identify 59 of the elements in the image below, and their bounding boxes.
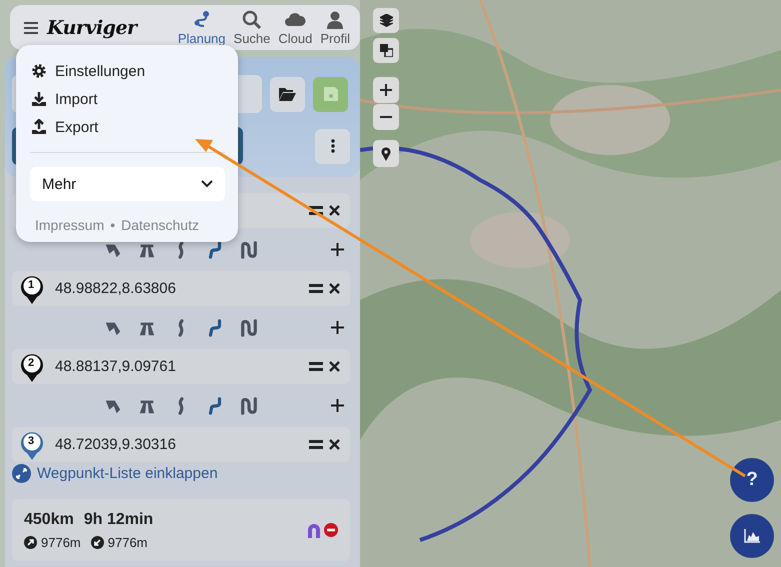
route-icon [192,10,212,30]
overlay-button[interactable] [373,38,399,63]
close-icon[interactable] [329,283,340,294]
collapse-waypoints-link[interactable]: Wegpunkt-Liste einklappen [12,464,350,483]
marker-number: 2 [26,356,36,368]
chevron-down-icon [201,180,213,188]
drag-handle-icon[interactable] [309,206,323,215]
ascent: 9776m [41,534,81,550]
search-icon [242,10,262,30]
add-waypoint-icon[interactable] [331,321,344,334]
upload-icon [31,119,47,135]
waypoint-coordinates[interactable]: 48.88137,9.09761 [55,358,176,375]
nav-tab[interactable]: Suche [232,10,272,46]
ascent-icon [24,536,37,548]
open-folder-button[interactable] [270,76,305,112]
menu-item[interactable]: Einstellungen [30,57,146,85]
curviness-icon [306,522,322,538]
layers-button[interactable] [373,8,399,33]
marker-number: 1 [26,278,36,290]
layers-icon [380,14,392,27]
marker-number: 3 [26,434,36,446]
location-button[interactable] [373,140,399,167]
add-waypoint-icon[interactable] [331,243,344,256]
separator-dot: • [110,217,116,233]
collapse-icon [12,464,31,483]
person-icon [325,10,346,30]
plus-icon [380,84,392,96]
zoom-in-button[interactable] [373,77,399,103]
distance: 450km [24,510,74,528]
more-options-button[interactable] [315,128,350,164]
menu-item[interactable]: Import [30,85,98,113]
drag-handle-icon[interactable] [309,284,323,293]
no-entry-icon [324,523,338,537]
waypoint-coordinates[interactable]: 48.98822,8.63806 [55,280,176,297]
more-dropdown[interactable]: Mehr [30,167,225,201]
close-icon[interactable] [329,361,340,372]
close-icon[interactable] [329,205,340,216]
elevation-chart-icon [744,529,760,543]
download-icon [31,91,47,107]
menu-item[interactable]: Export [30,113,98,141]
nav-tab[interactable]: Profil [318,10,352,46]
drag-handle-icon[interactable] [309,362,323,371]
waypoint-coordinates[interactable]: 48.72039,9.30316 [55,436,176,453]
add-waypoint-icon[interactable] [331,399,344,412]
logo: Kurviger [47,16,137,38]
folder-icon [279,87,296,101]
drag-handle-icon[interactable] [309,440,323,449]
zoom-out-button[interactable] [373,104,399,130]
nav-tab[interactable]: Planung [176,10,228,46]
descent: 9776m [108,534,148,550]
close-icon[interactable] [329,439,340,450]
map-pin-icon [381,146,391,160]
duration: 9h 12min [84,510,154,528]
descent-icon [90,536,104,548]
settings-icon [31,63,47,79]
more-icon [330,139,334,153]
nav-tab[interactable]: Cloud [276,10,314,46]
overlapping-squares-icon [380,44,392,57]
menu-icon[interactable] [24,22,38,34]
